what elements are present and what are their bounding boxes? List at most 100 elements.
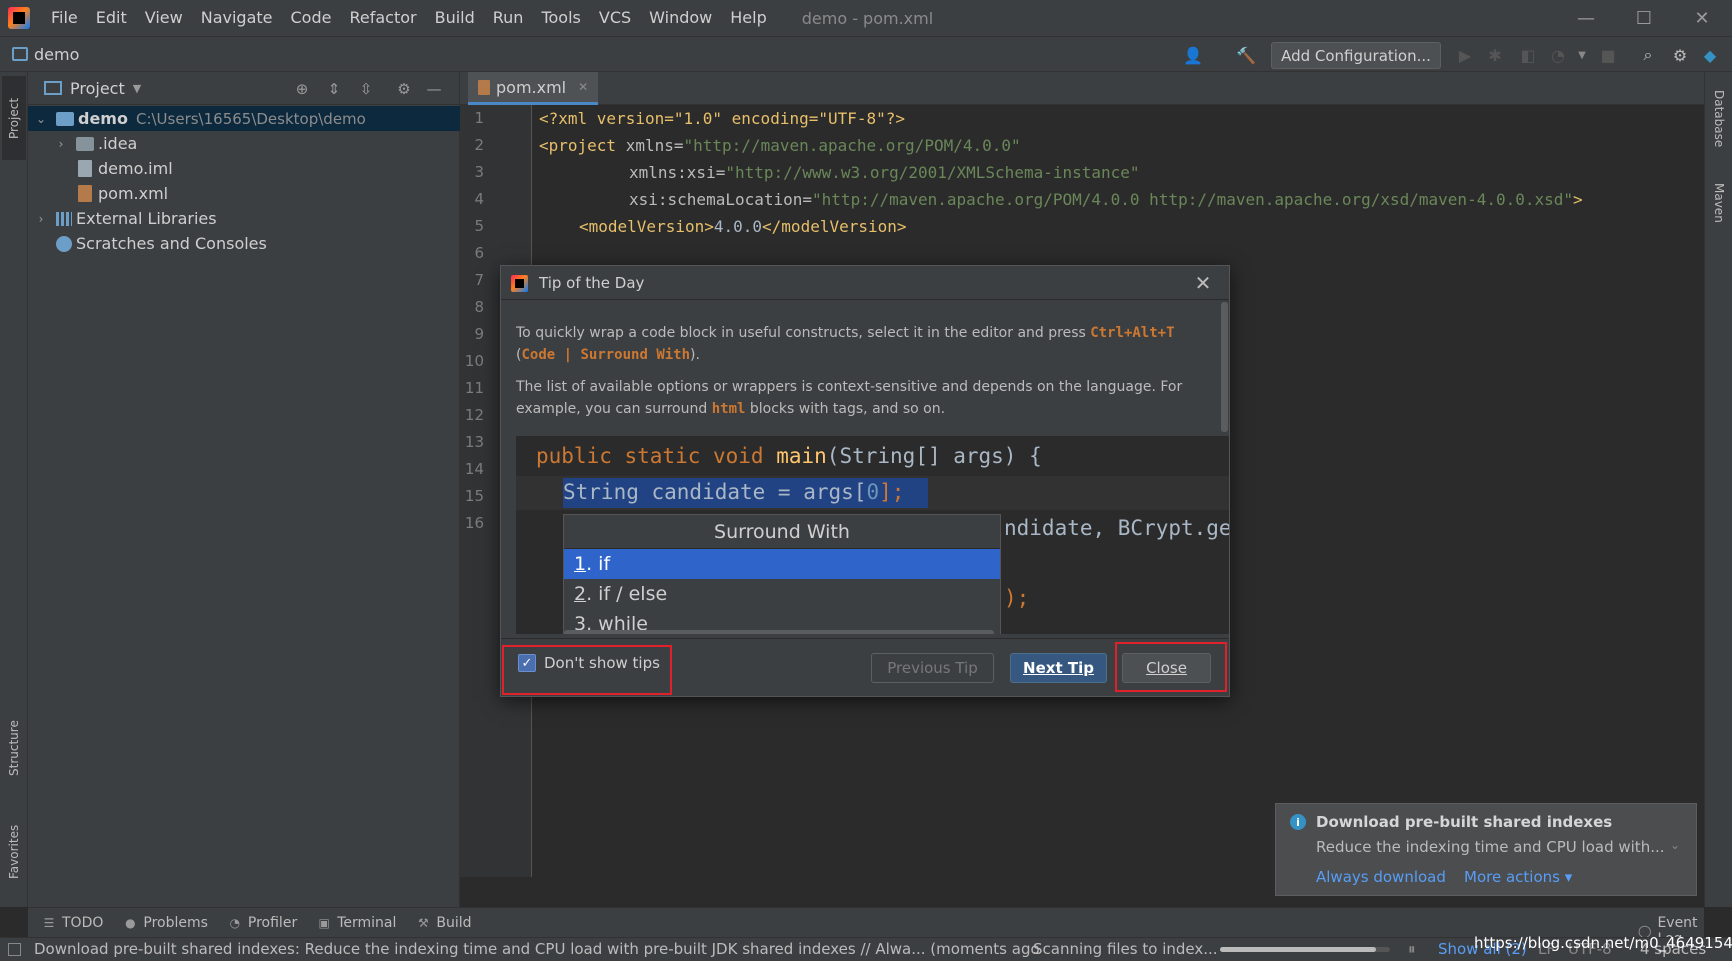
tree-item-idea[interactable]: › .idea bbox=[28, 131, 460, 156]
tree-item-label: demo.iml bbox=[98, 159, 173, 178]
tool-tab-maven[interactable]: Maven bbox=[1707, 172, 1731, 234]
always-download-link[interactable]: Always download bbox=[1316, 868, 1446, 886]
tool-tab-database[interactable]: Database bbox=[1707, 80, 1731, 158]
popup-item-if-else: 2. if / else bbox=[574, 583, 668, 605]
tree-item-external-libraries[interactable]: › External Libraries bbox=[28, 206, 460, 231]
code-line-1: <?xml version="1.0" encoding="UTF-8"?> bbox=[539, 109, 906, 128]
status-message[interactable]: Download pre-built shared indexes: Reduc… bbox=[34, 940, 1040, 958]
module-folder-icon bbox=[56, 111, 74, 126]
tree-item-demo[interactable]: ⌄ demo C:\Users\16565\Desktop\demo bbox=[28, 106, 460, 131]
terminal-icon: ▣ bbox=[318, 915, 330, 930]
plugin-logo-icon[interactable]: ◆ bbox=[1700, 45, 1720, 65]
menu-navigate[interactable]: Navigate bbox=[192, 0, 282, 36]
menu-code[interactable]: Code bbox=[282, 0, 341, 36]
tree-item-label: External Libraries bbox=[76, 209, 217, 228]
build-hammer-icon[interactable]: 🔨 bbox=[1236, 45, 1256, 65]
chevron-right-icon[interactable]: › bbox=[34, 212, 48, 226]
menu-build[interactable]: Build bbox=[426, 0, 484, 36]
hide-panel-icon[interactable]: — bbox=[424, 80, 444, 98]
code-line-5: <modelVersion>4.0.0</modelVersion> bbox=[579, 217, 907, 236]
tab-pom-xml[interactable]: pom.xml ✕ bbox=[468, 72, 599, 105]
menu-vcs[interactable]: VCS bbox=[590, 0, 640, 36]
code-line-3: xmlns:xsi="http://www.w3.org/2001/XMLSch… bbox=[629, 163, 1140, 182]
watermark-url: https://blog.csdn.net/m0_46491549 bbox=[1474, 934, 1732, 952]
menu-help[interactable]: Help bbox=[721, 0, 775, 36]
tool-tab-favorites[interactable]: Favorites bbox=[2, 812, 26, 892]
right-tool-strip: Database Maven bbox=[1704, 72, 1732, 907]
settings-gear-icon[interactable]: ⚙ bbox=[1670, 45, 1690, 65]
window-close-button[interactable]: ✕ bbox=[1673, 0, 1731, 36]
panel-settings-gear-icon[interactable]: ⚙ bbox=[394, 80, 414, 98]
intellij-logo-icon bbox=[8, 7, 30, 29]
libraries-icon bbox=[56, 211, 72, 226]
menu-tools[interactable]: Tools bbox=[532, 0, 589, 36]
menu-window[interactable]: Window bbox=[640, 0, 721, 36]
tip-paragraph-2: The list of available options or wrapper… bbox=[516, 379, 1183, 417]
run-dropdown-icon[interactable]: ▼ bbox=[1572, 45, 1592, 65]
line-number: 13 bbox=[464, 433, 484, 451]
stop-icon[interactable]: ■ bbox=[1598, 45, 1618, 65]
window-title: demo - pom.xml bbox=[801, 8, 934, 28]
user-icon[interactable]: 👤 bbox=[1183, 45, 1203, 65]
coverage-icon[interactable]: ◧ bbox=[1518, 45, 1538, 65]
maven-file-icon bbox=[478, 79, 490, 95]
notification-title: Download pre-built shared indexes bbox=[1316, 813, 1613, 831]
run-icon[interactable]: ▶ bbox=[1455, 45, 1475, 65]
illustration-code-line-3: ndidate, BCrypt.ge bbox=[1004, 516, 1229, 540]
tool-profiler[interactable]: ◔ Profiler bbox=[228, 915, 298, 931]
iml-file-icon bbox=[78, 160, 92, 177]
tree-item-scratches[interactable]: Scratches and Consoles bbox=[28, 231, 460, 256]
expand-all-icon[interactable]: ⇕ bbox=[324, 80, 344, 98]
tree-item-demo-iml[interactable]: demo.iml bbox=[28, 156, 460, 181]
tree-item-pom-xml[interactable]: pom.xml bbox=[28, 181, 460, 206]
menu-run[interactable]: Run bbox=[484, 0, 533, 36]
status-window-icon[interactable] bbox=[8, 943, 21, 956]
search-icon[interactable]: ⌕ bbox=[1638, 45, 1658, 65]
chevron-down-icon[interactable]: ⌄ bbox=[1670, 838, 1680, 852]
project-panel: Project ▼ ⊕ ⇕ ⇳ ⚙ — ⌄ demo C:\Users\1656… bbox=[28, 72, 460, 907]
profile-icon[interactable]: ◔ bbox=[1548, 45, 1568, 65]
illustration-code-line-4: ); bbox=[1004, 586, 1030, 610]
chevron-down-icon[interactable]: ⌄ bbox=[34, 112, 48, 126]
tool-tab-project[interactable]: Project bbox=[2, 76, 26, 160]
dialog-scrollbar[interactable] bbox=[1221, 302, 1228, 432]
tool-tab-structure[interactable]: Structure bbox=[2, 708, 26, 788]
tool-problems[interactable]: ● Problems bbox=[123, 915, 208, 931]
tool-todo[interactable]: ☰ TODO bbox=[42, 915, 104, 931]
project-panel-title[interactable]: Project bbox=[70, 79, 125, 98]
menu-view[interactable]: View bbox=[136, 0, 192, 36]
menu-edit[interactable]: Edit bbox=[87, 0, 136, 36]
line-number: 3 bbox=[474, 163, 484, 181]
tip-paragraph-1: To quickly wrap a code block in useful c… bbox=[516, 325, 1175, 363]
locate-file-icon[interactable]: ⊕ bbox=[292, 80, 312, 98]
menu-file[interactable]: File bbox=[42, 0, 87, 36]
chevron-down-icon[interactable]: ▼ bbox=[133, 82, 141, 95]
tree-item-label: Scratches and Consoles bbox=[76, 234, 267, 253]
navigation-bar: demo 👤 🔨 Add Configuration... ▶ ✱ ◧ ◔ ▼ … bbox=[0, 36, 1732, 72]
project-view-icon bbox=[44, 81, 62, 95]
dialog-close-icon[interactable]: ✕ bbox=[1191, 271, 1215, 295]
progress-fill bbox=[1220, 947, 1377, 952]
folder-icon bbox=[76, 136, 94, 151]
more-actions-link[interactable]: More actions ▾ bbox=[1464, 868, 1572, 886]
add-configuration-button[interactable]: Add Configuration... bbox=[1271, 42, 1441, 69]
line-number: 9 bbox=[474, 325, 484, 343]
tip-illustration: public static void main(String[] args) {… bbox=[516, 436, 1229, 634]
title-bar: File Edit View Navigate Code Refactor Bu… bbox=[0, 0, 1732, 36]
next-tip-button[interactable]: Next Tip bbox=[1010, 653, 1107, 683]
menu-refactor[interactable]: Refactor bbox=[340, 0, 425, 36]
previous-tip-button[interactable]: Previous Tip bbox=[871, 653, 994, 683]
debug-icon[interactable]: ✱ bbox=[1485, 45, 1505, 65]
tree-item-label: pom.xml bbox=[98, 184, 169, 203]
maximize-button[interactable]: ☐ bbox=[1615, 0, 1673, 36]
breadcrumb-project[interactable]: demo bbox=[34, 45, 79, 64]
pause-icon[interactable]: ⏸ bbox=[1408, 940, 1416, 958]
line-number: 11 bbox=[464, 379, 484, 397]
close-icon[interactable]: ✕ bbox=[578, 80, 588, 94]
tool-terminal[interactable]: ▣ Terminal bbox=[317, 915, 397, 931]
minimize-button[interactable]: — bbox=[1557, 0, 1615, 36]
chevron-right-icon[interactable]: › bbox=[54, 137, 68, 151]
intellij-logo-icon bbox=[511, 275, 528, 292]
tool-build[interactable]: ⚒ Build bbox=[416, 915, 472, 931]
collapse-all-icon[interactable]: ⇳ bbox=[356, 80, 376, 98]
